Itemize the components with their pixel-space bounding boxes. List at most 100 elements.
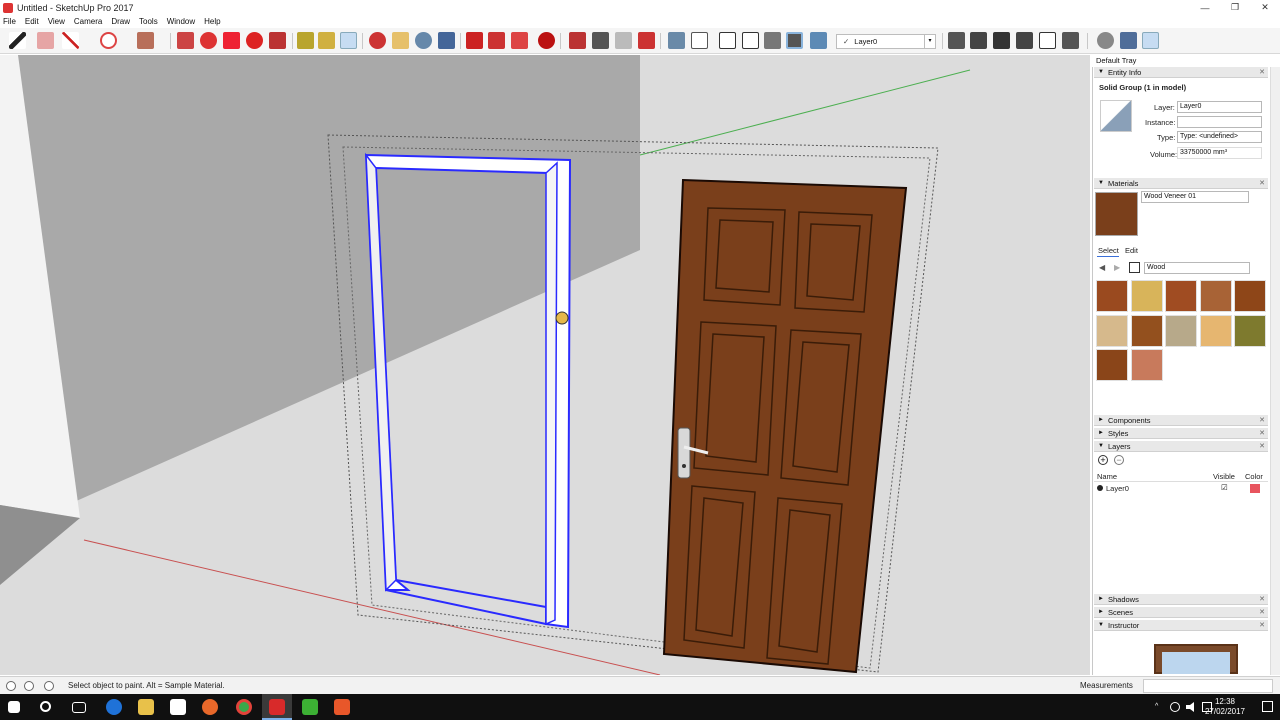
shaded-textures-style-icon[interactable] [786,32,803,49]
notifications-icon[interactable] [1262,701,1273,712]
hidden-line-style-icon[interactable] [742,32,759,49]
layer-row[interactable]: Layer0 ☑ [1094,483,1268,494]
iso-view-icon[interactable] [948,32,965,49]
share-model-icon[interactable] [488,32,505,49]
material-swatch[interactable] [1199,314,1232,347]
menu-tools[interactable]: Tools [139,17,158,26]
walk-tool-icon[interactable] [1120,32,1137,49]
minimize-button[interactable]: — [1190,0,1220,15]
material-swatch[interactable] [1234,280,1266,312]
menu-window[interactable]: Window [167,17,195,26]
line-tool-icon[interactable] [62,32,79,49]
arc-tool-icon[interactable] [100,32,117,49]
restore-button[interactable]: ❐ [1220,0,1250,15]
current-material-swatch[interactable] [1095,192,1138,236]
file-explorer-icon[interactable] [138,699,154,715]
rotate-tool-icon[interactable] [246,32,263,49]
close-section-icon[interactable]: ✕ [1259,415,1265,426]
styles-header[interactable]: ► Styles ✕ [1094,428,1268,439]
components-header[interactable]: ► Components ✕ [1094,415,1268,426]
monochrome-style-icon[interactable] [810,32,827,49]
tray-chevron-icon[interactable]: ^ [1155,703,1163,711]
menu-file[interactable]: File [3,17,16,26]
share-component-icon[interactable] [511,32,528,49]
material-swatch[interactable] [1130,280,1163,312]
entity-layer-select[interactable]: Layer0 [1177,101,1262,113]
tray-scrollbar[interactable] [1270,55,1280,675]
material-swatch[interactable] [1130,349,1163,381]
layers-header[interactable]: ▼ Layers ✕ [1094,441,1268,452]
instructor-header[interactable]: ▼ Instructor ✕ [1094,620,1268,631]
instance-field[interactable] [1177,116,1262,128]
close-section-icon[interactable]: ✕ [1259,620,1265,631]
push-pull-icon[interactable] [177,32,194,49]
layer-visible-checkbox[interactable]: ☑ [1221,483,1228,492]
material-collection-select[interactable]: Wood [1144,262,1250,274]
follow-me-icon[interactable] [200,32,217,49]
chrome-icon[interactable] [236,699,252,715]
solid-union-icon[interactable] [615,32,632,49]
windows-start-icon[interactable] [8,701,20,713]
material-swatch[interactable] [1130,314,1163,347]
search-icon[interactable] [40,701,51,712]
material-swatch[interactable] [1165,314,1197,347]
shaded-style-icon[interactable] [764,32,781,49]
position-camera-icon[interactable] [1097,32,1114,49]
user-icon[interactable] [44,681,54,691]
scale-tool-icon[interactable] [269,32,286,49]
rectangle-tool-icon[interactable] [137,32,154,49]
back-arrow-icon[interactable]: ◀ [1099,263,1108,272]
edge-browser-icon[interactable] [106,699,122,715]
move-tool-icon[interactable] [223,32,240,49]
home-icon[interactable] [1129,262,1140,273]
recorder-icon[interactable] [334,699,350,715]
top-view-icon[interactable] [970,32,987,49]
material-swatch[interactable] [1096,349,1128,381]
menu-edit[interactable]: Edit [25,17,39,26]
extension-warehouse-icon[interactable] [538,32,555,49]
xray-style-icon[interactable] [668,32,685,49]
volume-icon[interactable] [1186,702,1194,712]
material-swatch[interactable] [1199,280,1232,312]
close-section-icon[interactable]: ✕ [1259,441,1265,452]
back-view-icon[interactable] [1039,32,1056,49]
close-section-icon[interactable]: ✕ [1259,178,1265,189]
tab-select[interactable]: Select [1098,246,1119,255]
material-swatch[interactable] [1096,314,1128,347]
materials-header[interactable]: ▼ Materials ✕ [1094,178,1268,189]
forward-arrow-icon[interactable]: ▶ [1114,263,1123,272]
tape-measure-icon[interactable] [297,32,314,49]
menu-view[interactable]: View [48,17,65,26]
layer-dropdown[interactable]: ✓ Layer0 ▾ [836,34,936,49]
entity-info-header[interactable]: ▼ Entity Info ✕ [1094,67,1268,78]
left-view-icon[interactable] [1062,32,1079,49]
zoom-extents-icon[interactable] [438,32,455,49]
task-view-icon[interactable] [72,702,86,713]
material-name-field[interactable]: Wood Veneer 01 [1141,191,1249,203]
measurements-input[interactable] [1143,679,1273,693]
back-edges-style-icon[interactable] [691,32,708,49]
solid-intersect-icon[interactable] [592,32,609,49]
chevron-down-icon[interactable]: ▾ [924,35,935,48]
taskbar-clock[interactable]: 12:38 27/02/2017 [1205,697,1245,717]
menu-help[interactable]: Help [204,17,220,26]
credits-icon[interactable] [24,681,34,691]
close-section-icon[interactable]: ✕ [1259,594,1265,605]
material-swatch[interactable] [1165,280,1197,312]
select-tool-icon[interactable] [9,32,26,49]
firefox-icon[interactable] [202,699,218,715]
menu-camera[interactable]: Camera [74,17,102,26]
model-viewport[interactable] [0,55,1090,675]
eraser-tool-icon[interactable] [37,32,54,49]
menu-draw[interactable]: Draw [111,17,130,26]
close-section-icon[interactable]: ✕ [1259,607,1265,618]
solid-subtract-icon[interactable] [638,32,655,49]
camtasia-icon[interactable] [302,699,318,715]
type-select[interactable]: Type: <undefined> [1177,131,1262,143]
front-view-icon[interactable] [993,32,1010,49]
material-swatch[interactable] [1234,314,1266,347]
scenes-header[interactable]: ► Scenes ✕ [1094,607,1268,618]
orbit-tool-icon[interactable] [369,32,386,49]
layer-color-swatch[interactable] [1250,484,1260,493]
zoom-tool-icon[interactable] [415,32,432,49]
